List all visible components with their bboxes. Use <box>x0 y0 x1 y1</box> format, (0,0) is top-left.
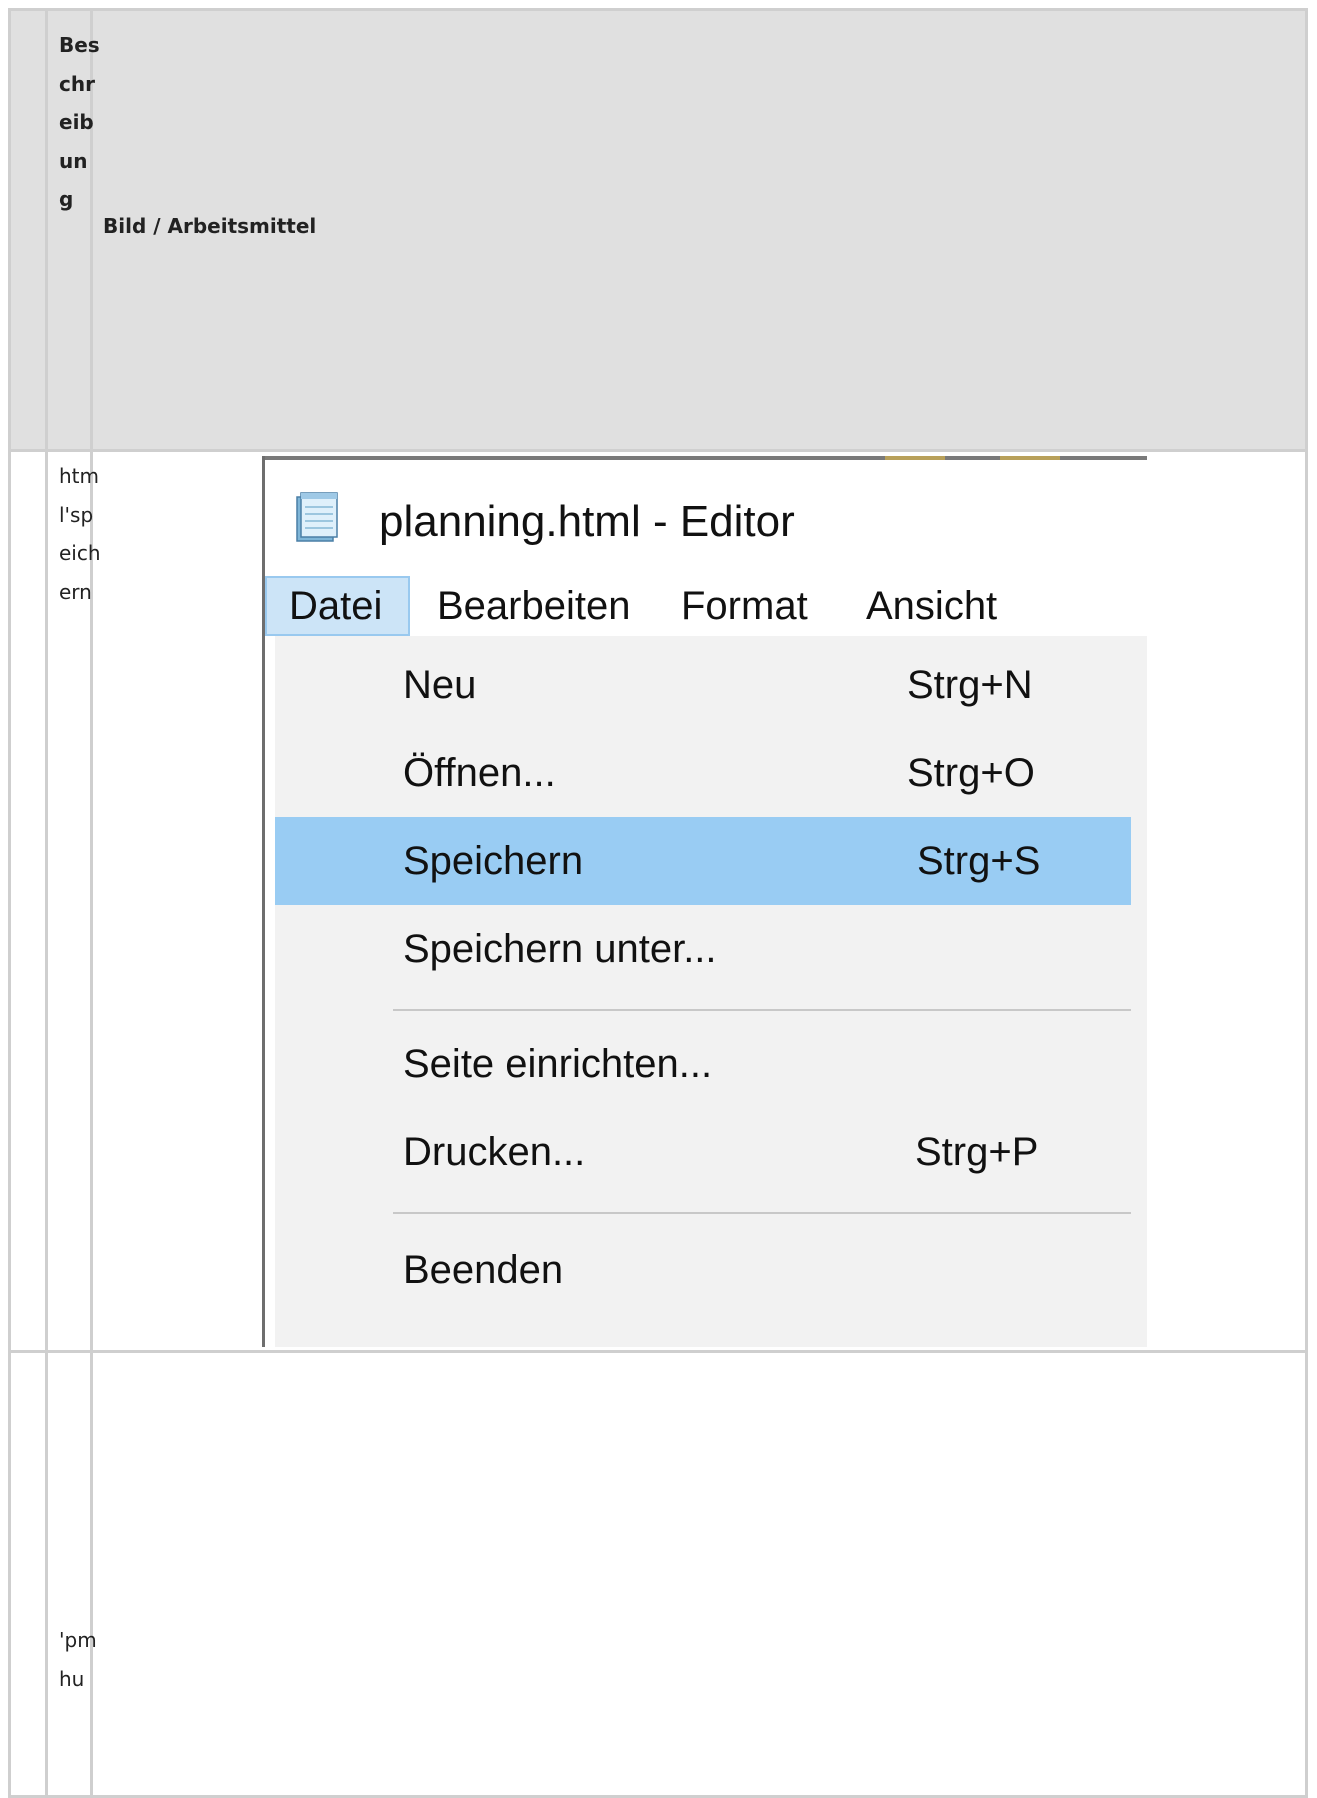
notepad-screenshot: planning.html - Editor Datei Bearbeiten … <box>262 456 1147 1347</box>
menu-item-label: Neu <box>403 663 477 707</box>
menu-item-speichern-unter[interactable]: Speichern unter... <box>275 905 1131 993</box>
menu-item-label: Speichern unter... <box>403 927 717 971</box>
menu-datei[interactable]: Datei <box>265 576 410 636</box>
menu-item-label: Speichern <box>403 839 584 883</box>
menu-item-beenden[interactable]: Beenden <box>275 1226 1131 1314</box>
menu-item-neu[interactable]: Neu Strg+N <box>275 641 1131 729</box>
menu-bearbeiten[interactable]: Bearbeiten <box>437 576 630 636</box>
menu-item-shortcut: Strg+S <box>917 839 1041 883</box>
page: Beschreibung Bild / Arbeitsmittel html's… <box>0 0 1317 1798</box>
menu-item-seite-einrichten[interactable]: Seite einrichten... <box>275 1020 1131 1108</box>
column-divider <box>45 11 48 1795</box>
column-divider <box>90 11 93 1795</box>
header-beschreibung: Beschreibung <box>59 33 100 211</box>
menu-item-label: Beenden <box>403 1248 564 1292</box>
row-1-description: html'speichern <box>59 464 101 604</box>
menu-item-shortcut: Strg+P <box>915 1130 1039 1174</box>
notepad-icon <box>296 492 338 542</box>
menu-item-oeffnen[interactable]: Öffnen... Strg+O <box>275 729 1131 817</box>
menu-item-label: Drucken... <box>403 1130 586 1174</box>
menu-separator <box>393 1009 1131 1011</box>
title-bar[interactable]: planning.html - Editor <box>265 460 1147 556</box>
menu-item-drucken[interactable]: Drucken... Strg+P <box>275 1108 1131 1196</box>
row-divider <box>11 449 1305 452</box>
menu-bar: Datei Bearbeiten Format Ansicht <box>265 576 1147 636</box>
datei-dropdown-menu: Neu Strg+N Öffnen... Strg+O Speichern St… <box>275 636 1147 1347</box>
menu-item-label: Öffnen... <box>403 751 556 795</box>
window-title: planning.html - Editor <box>379 497 795 546</box>
menu-item-label: Seite einrichten... <box>403 1042 713 1086</box>
menu-ansicht[interactable]: Ansicht <box>866 576 997 636</box>
header-bild-arbeitsmittel: Bild / Arbeitsmittel <box>103 214 317 238</box>
row-divider <box>11 1350 1305 1353</box>
row-2-description: 'pmhu <box>59 1628 97 1691</box>
menu-item-shortcut: Strg+O <box>907 751 1035 795</box>
menu-separator <box>393 1212 1131 1214</box>
menu-item-speichern[interactable]: Speichern Strg+S <box>275 817 1131 905</box>
menu-item-shortcut: Strg+N <box>907 663 1033 707</box>
menu-format[interactable]: Format <box>681 576 808 636</box>
